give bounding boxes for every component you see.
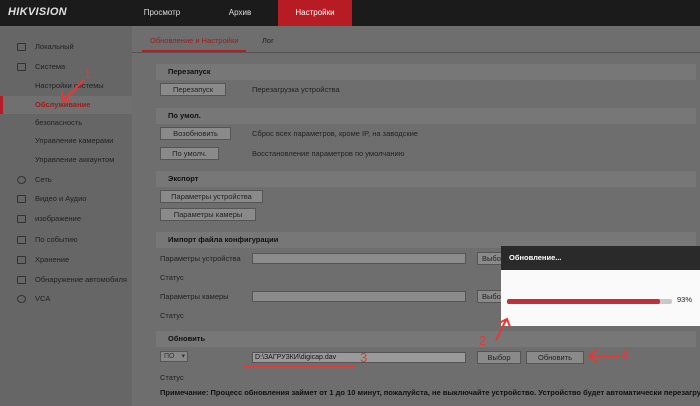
import-camera-file-field[interactable] xyxy=(252,291,466,302)
default-button[interactable]: По умолч. xyxy=(160,147,219,160)
annotation-number-4: 4 xyxy=(621,347,629,362)
calendar-icon xyxy=(17,236,26,244)
sidebar-item-maintenance[interactable]: Обслуживание xyxy=(0,96,132,114)
sidebar-item-label: Управление аккаунтом xyxy=(35,155,115,164)
nav-live-view[interactable]: Просмотр xyxy=(130,0,194,26)
annotation-number-2: 2 xyxy=(479,333,487,348)
upgrade-progress-bar xyxy=(507,299,672,304)
sidebar-item-label: Локальный xyxy=(35,42,74,51)
sidebar-item-camera-management[interactable]: Управление камерами xyxy=(0,132,132,150)
annotation-number-1: 1 xyxy=(84,66,92,81)
section-defaults-title: По умол. xyxy=(156,108,696,124)
section-upgrade-title: Обновить xyxy=(156,331,696,347)
section-export-title: Экспорт xyxy=(156,171,696,187)
annotation-number-3: 3 xyxy=(360,350,368,365)
vca-icon xyxy=(17,295,26,303)
chevron-down-icon: ▾ xyxy=(181,353,185,360)
hikvision-logo: HIKVISION xyxy=(8,6,67,18)
vehicle-icon xyxy=(17,276,26,284)
image-icon xyxy=(17,215,26,223)
upgrade-file-path-input[interactable]: D:\ЗАГРУЗКИ\digicap.dav xyxy=(252,352,466,363)
import-device-label: Параметры устройства xyxy=(160,254,241,263)
sidebar-item-storage[interactable]: Хранение xyxy=(0,251,132,269)
sidebar-item-label: По событию xyxy=(35,235,78,244)
import-camera-status-label: Статус xyxy=(160,311,184,320)
sidebar-item-video-audio[interactable]: Видео и Аудио xyxy=(0,190,132,208)
export-camera-params-button[interactable]: Параметры камеры xyxy=(160,208,256,221)
sidebar-item-security[interactable]: безопасность xyxy=(0,114,132,132)
sidebar-item-label: изображение xyxy=(35,214,82,223)
upgrade-browse-button[interactable]: Выбор xyxy=(477,351,521,364)
sidebar-item-label: Сеть xyxy=(35,175,52,184)
upgrade-progress-percent: 93% xyxy=(677,295,693,304)
import-device-status-label: Статус xyxy=(160,273,184,282)
tab-log[interactable]: Лог xyxy=(262,34,274,52)
sidebar-item-label: Управление камерами xyxy=(35,136,114,145)
sidebar-item-label: Обнаружение автомобиля xyxy=(35,275,127,284)
sidebar-item-label: VCA xyxy=(35,294,51,303)
main-content: Обновление и Настройки Лог Перезапуск Пе… xyxy=(132,26,700,406)
sidebar-item-label: Обслуживание xyxy=(35,100,91,109)
restore-description: Сброс всех параметров, кроме IP, на заво… xyxy=(252,129,418,138)
sidebar-item-user-management[interactable]: Управление аккаунтом xyxy=(0,151,132,169)
upgrade-progress-dialog: Обновление... 93% xyxy=(501,246,700,326)
upgrade-status-label: Статус xyxy=(160,373,184,382)
monitor-icon xyxy=(17,43,26,51)
globe-icon xyxy=(17,176,26,184)
sidebar-item-system[interactable]: Система xyxy=(0,58,132,76)
upgrade-type-select[interactable]: ПО ▾ xyxy=(160,351,188,362)
sidebar-item-image[interactable]: изображение xyxy=(0,210,132,228)
sidebar-item-local[interactable]: Локальный xyxy=(0,38,132,56)
sidebar-item-vehicle-detection[interactable]: Обнаружение автомобиля xyxy=(0,271,132,289)
import-camera-label: Параметры камеры xyxy=(160,292,229,301)
tab-upgrade-maintenance[interactable]: Обновление и Настройки xyxy=(142,34,247,52)
sidebar: Локальный Система Настройки системы Обсл… xyxy=(0,26,132,406)
restart-description: Перезагрузка устройства xyxy=(252,85,340,94)
restart-button[interactable]: Перезапуск xyxy=(160,83,226,96)
sidebar-item-label: Настройки системы xyxy=(35,81,104,90)
upgrade-type-value: ПО xyxy=(164,353,175,360)
sidebar-item-system-settings[interactable]: Настройки системы xyxy=(0,77,132,95)
sidebar-item-label: Хранение xyxy=(35,255,70,264)
sidebar-item-event[interactable]: По событию xyxy=(0,231,132,249)
nav-configuration[interactable]: Настройки xyxy=(278,0,352,26)
video-icon xyxy=(17,195,26,203)
top-bar: HIKVISION Просмотр Архив Настройки xyxy=(0,0,700,26)
sidebar-item-network[interactable]: Сеть xyxy=(0,171,132,189)
system-icon xyxy=(17,63,26,71)
upgrade-note: Примечание: Процесс обновления займет от… xyxy=(160,388,700,397)
sidebar-item-vca[interactable]: VCA xyxy=(0,290,132,308)
section-restart-title: Перезапуск xyxy=(156,64,696,80)
sidebar-item-label: безопасность xyxy=(35,118,83,127)
import-device-file-field[interactable] xyxy=(252,253,466,264)
default-description: Восстановление параметров по умолчанию xyxy=(252,149,405,158)
sidebar-item-label: Система xyxy=(35,62,66,71)
export-device-params-button[interactable]: Параметры устройства xyxy=(160,190,263,203)
nav-playback[interactable]: Архив xyxy=(215,0,265,26)
upgrade-button[interactable]: Обновить xyxy=(526,351,584,364)
sidebar-item-label: Видео и Аудио xyxy=(35,194,87,203)
upgrade-progress-fill xyxy=(507,299,661,304)
dialog-title: Обновление... xyxy=(501,246,700,270)
storage-icon xyxy=(17,256,26,264)
restore-button[interactable]: Возобновить xyxy=(160,127,231,140)
tab-divider xyxy=(132,52,700,53)
